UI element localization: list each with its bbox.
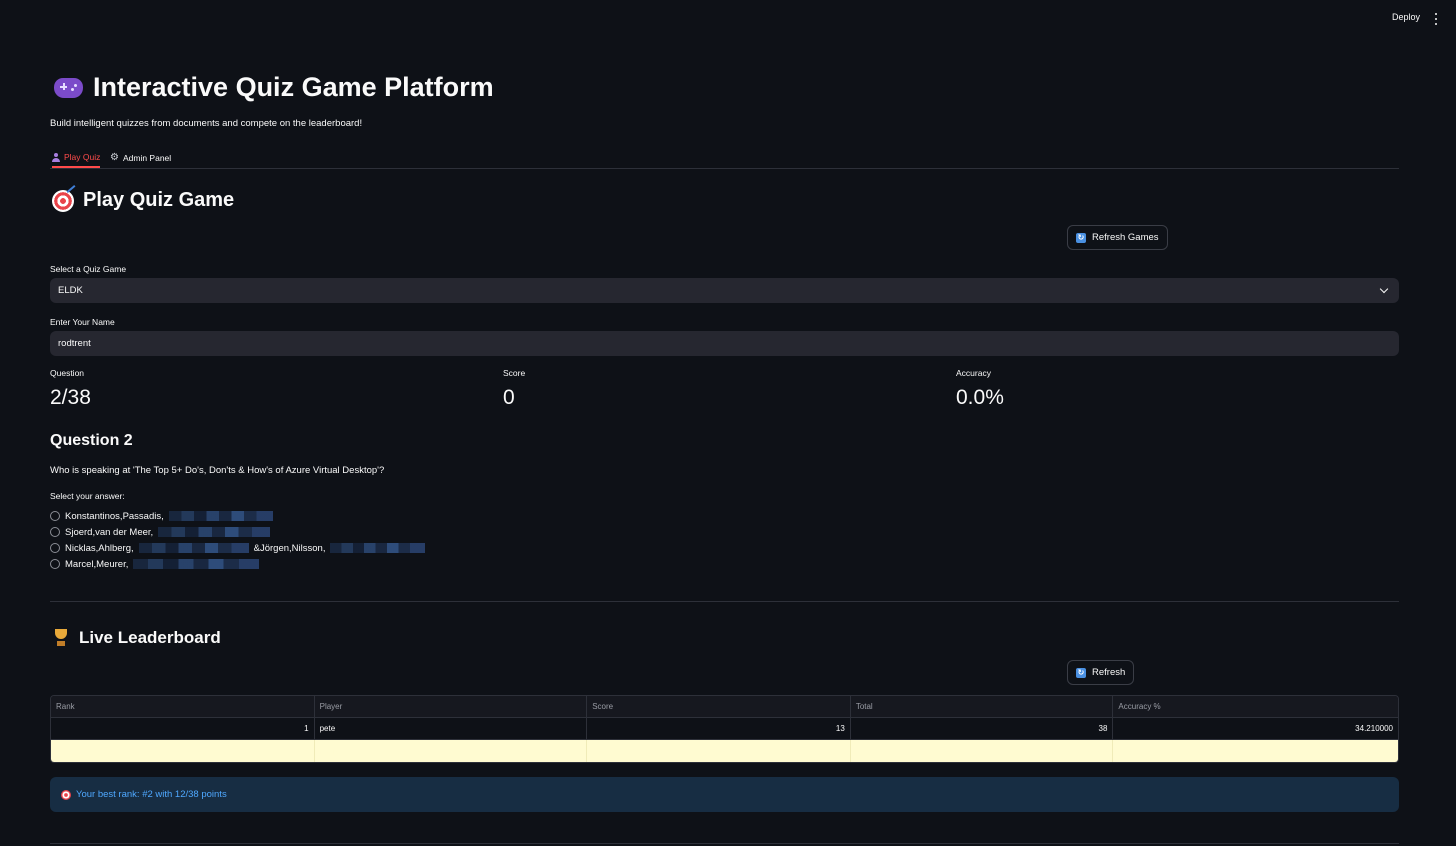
metric-accuracy-value: 0.0%: [956, 386, 1004, 409]
answer-option[interactable]: Nicklas,Ahlberg, &Jörgen,Nilsson,: [50, 540, 426, 556]
play-quiz-heading-text: Play Quiz Game: [83, 189, 235, 211]
redacted-text: [168, 511, 273, 521]
table-cell: 38: [851, 718, 1114, 739]
refresh-leaderboard-button[interactable]: ↻ Refresh: [1067, 660, 1135, 685]
answer-option[interactable]: Sjoerd,van der Meer,: [50, 524, 425, 540]
refresh-icon: ↻: [1076, 232, 1086, 243]
table-cell: 2: [51, 740, 315, 762]
page-title: Interactive Quiz Game Platform: [54, 72, 494, 103]
table-cell: 12: [587, 740, 851, 762]
page-title-text: Interactive Quiz Game Platform: [93, 72, 494, 102]
answer-option-text: Nicklas,Ahlberg,: [65, 542, 134, 554]
answer-option[interactable]: Marcel,Meurer,: [50, 556, 425, 572]
column-header-total[interactable]: Total: [850, 696, 1114, 717]
refresh-leaderboard-label: Refresh: [1092, 667, 1126, 678]
question-text: Who is speaking at 'The Top 5+ Do's, Don…: [50, 465, 385, 476]
deploy-button[interactable]: Deploy: [1392, 12, 1420, 22]
redacted-text: [330, 543, 426, 553]
answer-option-text: Sjoerd,van der Meer,: [65, 526, 154, 538]
radio-button[interactable]: [50, 543, 60, 553]
question-title: Question 2: [50, 432, 133, 449]
metric-question-label: Question: [50, 368, 85, 378]
table-cell: 38: [851, 740, 1114, 762]
refresh-games-button[interactable]: ↻ Refresh Games: [1067, 225, 1168, 250]
table-cell: 34.210000: [1355, 724, 1393, 733]
table-cell: 31.580000: [1355, 746, 1393, 756]
radio-button[interactable]: [50, 527, 60, 537]
column-header-score[interactable]: Score: [587, 696, 851, 717]
best-rank-info: Your best rank: #2 with 12/38 points: [50, 777, 1399, 812]
chevron-down-icon: [1379, 284, 1389, 294]
tab-play-quiz[interactable]: Play Quiz: [52, 148, 101, 168]
column-header-rank[interactable]: Rank: [51, 696, 315, 717]
more-menu-icon[interactable]: [1432, 12, 1440, 26]
leaderboard-table[interactable]: Rank Player Score Total Accuracy % 1 pet…: [50, 695, 1399, 763]
name-input[interactable]: rodtrent: [50, 331, 1399, 356]
answer-options: Konstantinos,Passadis, Sjoerd,van der Me…: [50, 508, 426, 572]
trophy-icon: [52, 629, 70, 647]
table-row[interactable]: 1 pete 13 38 34.210000: [51, 718, 1398, 740]
metric-score: Score 0: [503, 368, 525, 410]
tab-admin-panel-label: Admin Panel: [122, 153, 172, 163]
metric-question: Question 2/38: [50, 368, 91, 410]
redacted-text: [158, 527, 271, 537]
refresh-games-label: Refresh Games: [1092, 232, 1159, 243]
answer-option-text-2: &Jörgen,Nilsson,: [253, 542, 326, 554]
answer-option[interactable]: Konstantinos,Passadis,: [50, 508, 425, 524]
metric-question-value: 2/38: [50, 386, 91, 409]
metric-score-value: 0: [503, 386, 515, 409]
tab-bar: Play Quiz ⚙ Admin Panel: [50, 148, 1399, 169]
top-bar: Deploy: [0, 0, 1456, 38]
best-rank-text: Your best rank: #2 with 12/38 points: [76, 789, 227, 800]
select-game-label: Select a Quiz Game: [50, 264, 127, 274]
answer-label: Select your answer:: [50, 491, 125, 501]
play-quiz-heading: Play Quiz Game: [52, 189, 234, 212]
metric-accuracy-label: Accuracy: [956, 368, 991, 378]
refresh-icon: ↻: [1076, 667, 1086, 678]
metric-score-label: Score: [503, 368, 526, 378]
table-cell: 1: [51, 718, 315, 739]
gamepad-icon: [54, 77, 83, 98]
tab-play-quiz-label: Play Quiz: [64, 152, 101, 162]
column-header-accuracy[interactable]: Accuracy %: [1113, 696, 1398, 717]
leaderboard-heading: Live Leaderboard: [52, 628, 221, 648]
tab-admin-panel[interactable]: ⚙ Admin Panel: [110, 148, 171, 168]
table-row-highlighted[interactable]: 2 rodtrent 12 38 31.580000: [51, 740, 1398, 762]
game-select-value: ELDK: [58, 285, 83, 296]
name-input-value: rodtrent: [58, 338, 91, 349]
divider: [50, 843, 1399, 844]
gear-icon: ⚙: [110, 152, 119, 163]
page-subtitle: Build intelligent quizzes from documents…: [50, 118, 363, 129]
radio-button[interactable]: [50, 511, 60, 521]
table-cell: 13: [587, 718, 851, 739]
table-header: Rank Player Score Total Accuracy %: [51, 696, 1398, 718]
answer-option-text: Marcel,Meurer,: [65, 558, 129, 570]
answer-option-text: Konstantinos,Passadis,: [65, 510, 164, 522]
name-label: Enter Your Name: [50, 317, 115, 327]
radio-button[interactable]: [50, 559, 60, 569]
game-select[interactable]: ELDK: [50, 278, 1399, 303]
table-cell: pete: [315, 718, 588, 739]
user-icon: [52, 152, 60, 162]
table-cell: rodtrent: [315, 740, 588, 762]
redacted-text: [138, 543, 249, 553]
column-header-player[interactable]: Player: [314, 696, 588, 717]
target-icon: [61, 789, 71, 800]
leaderboard-heading-text: Live Leaderboard: [79, 628, 221, 647]
divider: [50, 601, 1399, 602]
target-icon: [52, 189, 74, 212]
redacted-text: [133, 559, 260, 569]
metric-accuracy: Accuracy 0.0%: [956, 368, 1004, 410]
